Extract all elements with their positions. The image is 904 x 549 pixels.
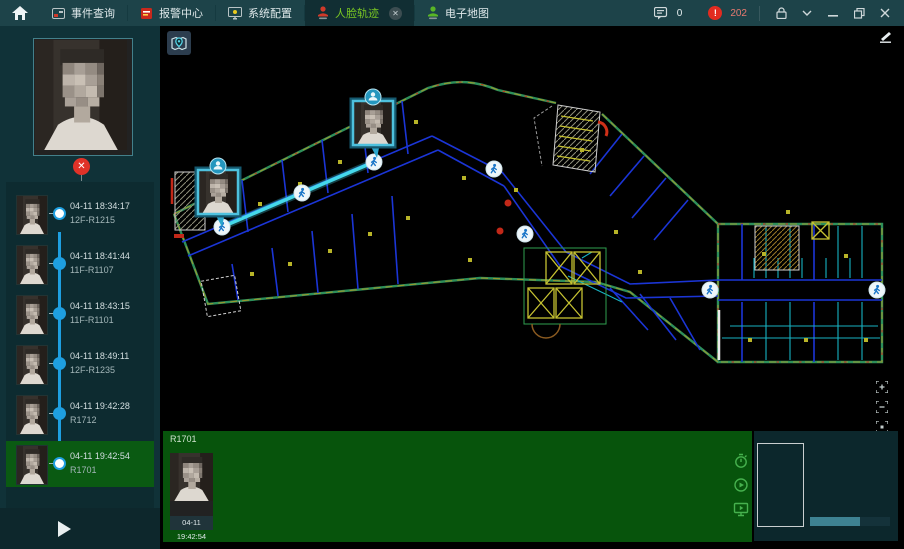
capture-location: 12F-R1215 [70, 215, 115, 225]
capture-time: 04-11 18:34:17 [70, 201, 130, 211]
timeline-item[interactable]: 04-11 19:42:28 R1712 [6, 391, 154, 437]
restore-button[interactable] [850, 4, 868, 22]
playback-strip [0, 508, 160, 549]
face-track-sidebar: ✕ 04-11 18:34:17 12F-R1215 04-11 18:41:4… [0, 26, 160, 549]
tab-label: 系统配置 [248, 5, 292, 21]
capture-time: 04-11 18:41:44 [70, 251, 130, 261]
remove-target-button[interactable]: ✕ [73, 158, 90, 175]
tab-e-map[interactable]: 电子地图 [415, 0, 501, 26]
event-query-icon [52, 7, 65, 20]
restore-icon [854, 8, 865, 19]
live-view-icon[interactable] [733, 501, 749, 517]
map-pin-icon [171, 35, 187, 51]
timeline-node [53, 257, 66, 270]
target-face-photo [33, 38, 133, 156]
home-icon [12, 6, 28, 20]
capture-thumbnail [16, 345, 48, 385]
alert-count: 202 [730, 8, 747, 19]
progress-fill [810, 517, 860, 526]
tab-label: 人脸轨迹 [335, 5, 379, 21]
close-icon [880, 8, 890, 18]
timeline-node [53, 207, 66, 220]
timeline-item[interactable]: 04-11 18:49:11 12F-R1235 [6, 341, 154, 387]
capture-location: R1701 [70, 465, 97, 475]
application-window: 事件查询 报警中心 系统配置 人脸轨迹 [0, 0, 904, 549]
capture-time: 04-11 18:49:11 [70, 351, 129, 361]
tab-alarm-center[interactable]: 报警中心 [128, 0, 215, 26]
minimize-button[interactable] [824, 4, 842, 22]
timeline-item[interactable]: 04-11 18:34:17 12F-R1215 [6, 191, 154, 237]
capture-thumbnail [16, 395, 48, 435]
timeline-item-selected[interactable]: 04-11 19:42:54 R1701 [6, 441, 154, 487]
tab-face-track[interactable]: 人脸轨迹 ✕ [305, 0, 414, 26]
alert-badge-icon[interactable]: ! [708, 6, 722, 20]
replay-timer-icon[interactable] [733, 453, 749, 469]
tab-system-config[interactable]: 系统配置 [216, 0, 304, 26]
capture-thumbnail [16, 195, 48, 235]
tab-close-button[interactable]: ✕ [389, 7, 402, 20]
trajectory-timeline: 04-11 18:34:17 12F-R1215 04-11 18:41:44 … [6, 182, 154, 508]
map-layers-button[interactable] [167, 31, 191, 55]
close-window-button[interactable] [876, 4, 894, 22]
timeline-item[interactable]: 04-11 18:41:44 11F-R1107 [6, 241, 154, 287]
tab-label: 事件查询 [71, 5, 115, 21]
capture-thumbnail [16, 295, 48, 335]
map-zoom-controls [876, 381, 888, 433]
capture-time: 04-11 19:42:28 [70, 401, 130, 411]
capture-location: 11F-R1107 [70, 265, 114, 275]
zoom-out-icon[interactable] [876, 401, 888, 413]
play-button[interactable] [58, 521, 71, 537]
pin-stem [81, 175, 82, 181]
tab-label: 电子地图 [445, 5, 489, 21]
progress-bar[interactable] [810, 517, 890, 526]
floor-plan-drawing: .wallA{stroke:#2d8f5a;stroke-width:2.4;}… [162, 26, 904, 429]
selected-capture-panel: R1701 04-11 19:42:54 [163, 431, 752, 542]
capture-thumbnail [16, 245, 48, 285]
top-navigation-bar: 事件查询 报警中心 系统配置 人脸轨迹 [0, 0, 904, 26]
capture-location: R1712 [70, 415, 97, 425]
divider [759, 6, 760, 21]
capture-thumbnail [16, 445, 48, 485]
capture-location: 12F-R1235 [70, 365, 115, 375]
play-video-icon[interactable] [733, 477, 749, 493]
tab-label: 报警中心 [159, 5, 203, 21]
timeline-item[interactable]: 04-11 18:43:15 11F-R1101 [6, 291, 154, 337]
timeline-node [53, 357, 66, 370]
home-button[interactable] [0, 6, 40, 20]
floor-plan-map[interactable]: .wallA{stroke:#2d8f5a;stroke-width:2.4;}… [162, 26, 904, 429]
minimize-icon [828, 8, 838, 18]
capture-photo[interactable] [170, 453, 213, 516]
timeline-node [53, 407, 66, 420]
e-map-icon [427, 6, 439, 20]
nav-right-cluster: 0 ! 202 [654, 4, 904, 22]
tab-event-query[interactable]: 事件查询 [40, 0, 127, 26]
face-track-icon [317, 6, 329, 20]
playback-preview-panel [754, 431, 898, 541]
lock-button[interactable] [772, 4, 790, 22]
message-icon[interactable] [654, 7, 669, 20]
capture-time: 04-11 19:42:54 [70, 451, 130, 461]
preview-placeholder [757, 443, 804, 527]
collapse-button[interactable] [798, 4, 816, 22]
annotate-button[interactable] [878, 30, 892, 48]
alarm-center-icon [140, 7, 153, 20]
lock-icon [776, 7, 787, 19]
capture-photo-time: 04-11 19:42:54 [170, 516, 213, 530]
timeline-node [53, 457, 66, 470]
chevron-down-icon [802, 10, 812, 16]
timeline-node [53, 307, 66, 320]
system-config-icon [228, 7, 242, 20]
zoom-in-icon[interactable] [876, 381, 888, 393]
pen-icon [878, 31, 892, 43]
capture-room-label: R1701 [170, 434, 197, 444]
message-count: 0 [677, 8, 683, 19]
capture-time: 04-11 18:43:15 [70, 301, 130, 311]
capture-location: 11F-R1101 [70, 315, 114, 325]
capture-actions [733, 453, 749, 517]
